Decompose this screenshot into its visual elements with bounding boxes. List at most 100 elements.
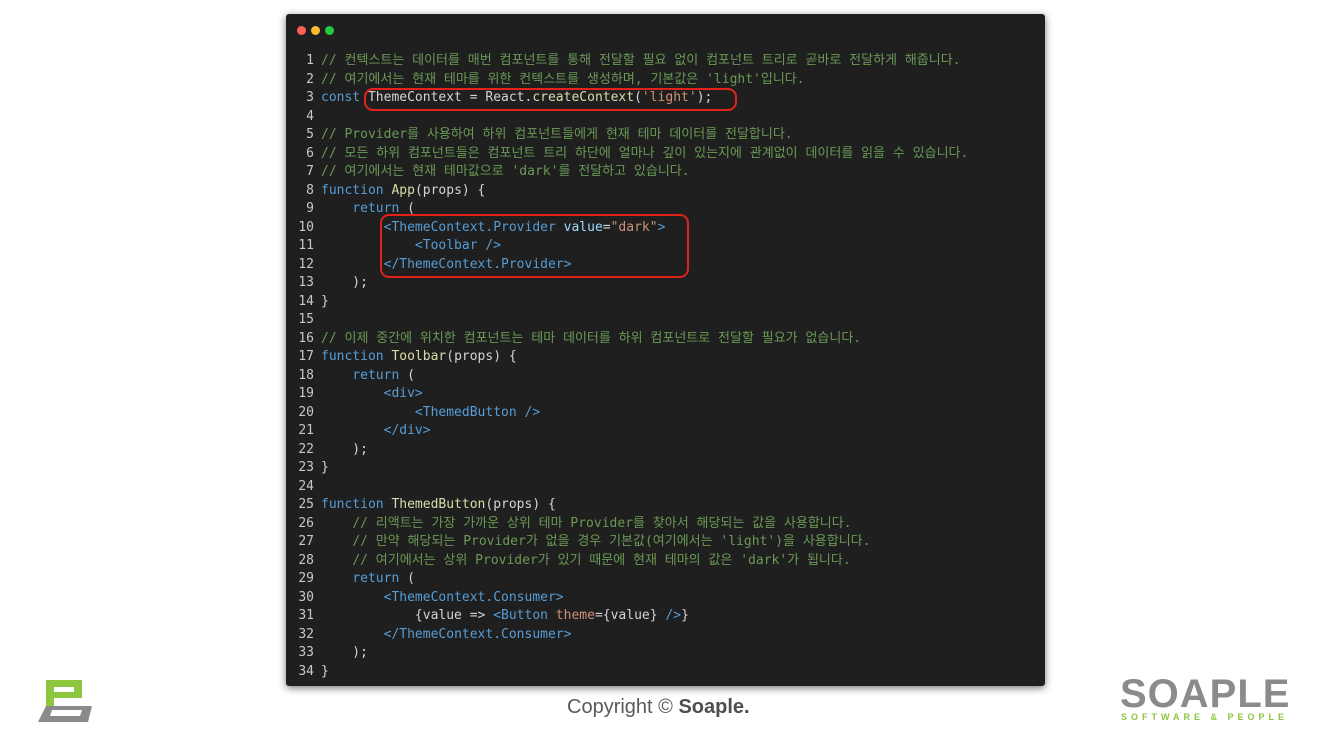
line-number: 34 (298, 663, 314, 679)
code-token: function (321, 182, 384, 198)
code-token: /> (665, 608, 682, 623)
line-number: 15 (298, 312, 314, 327)
code-token: return (352, 571, 400, 586)
code-token: <div> (383, 386, 423, 401)
code-token: App (391, 182, 415, 198)
line-number: 19 (298, 386, 314, 401)
line-number: 10 (298, 219, 314, 235)
code-token: ( (399, 367, 415, 383)
code-token: <Toolbar /> (414, 238, 502, 253)
code-line: 15 (286, 311, 321, 330)
minimize-window-button[interactable] (311, 26, 320, 35)
code-token: } (321, 293, 329, 309)
code-token: // 여기에서는 상위 Provider가 있기 때문에 현재 테마의 값은 '… (352, 552, 851, 568)
line-number: 29 (298, 571, 314, 586)
code-line: 20 <ThemedButton /> (286, 404, 540, 423)
line-number: 20 (298, 404, 314, 420)
line-number: 18 (298, 367, 314, 383)
code-token: 'light' (641, 90, 697, 105)
code-token: // 모든 하위 컴포넌트들은 컴포넌트 트리 하단에 얼마나 깊이 있는지에 … (321, 145, 969, 161)
code-token: ( (399, 571, 415, 586)
code-line: 28 // 여기에서는 상위 Provider가 있기 때문에 현재 테마의 값… (286, 552, 851, 571)
line-number: 2 (306, 71, 314, 87)
code-line: 8 function App(props) { (286, 182, 485, 201)
brand-name: SOAPLE (1120, 672, 1291, 716)
line-number: 7 (306, 164, 314, 179)
code-line: 10 <ThemeContext.Provider value="dark"> (286, 219, 665, 238)
soaple-logo-icon (34, 676, 96, 724)
code-line: 29 return ( (286, 570, 415, 589)
line-number: 5 (306, 127, 314, 142)
line-number: 33 (298, 645, 314, 660)
line-number: 21 (298, 423, 314, 438)
code-line: 3 const ThemeContext = React.createContex… (286, 89, 712, 108)
code-token: } (681, 608, 689, 623)
code-line: 32 </ThemeContext.Consumer> (286, 626, 571, 645)
code-line: 24 (286, 478, 321, 497)
code-token: // 만약 해당되는 Provider가 없을 경우 기본값(여기에서는 'li… (352, 534, 871, 549)
code-token: ThemeContext = React. (360, 90, 533, 105)
code-line: 31 {value => <Button theme={value} />} (286, 607, 689, 626)
copyright-text: Copyright © Soaple. (567, 696, 750, 719)
close-window-button[interactable] (297, 26, 306, 35)
code-token: <ThemeContext.Consumer> (383, 589, 564, 605)
code-token: > (657, 219, 666, 235)
code-token: {value => (321, 608, 494, 623)
code-token: createContext (532, 90, 635, 105)
code-token: </ThemeContext.Consumer> (383, 626, 572, 642)
code-token: // Provider를 사용하여 하위 컴포넌트들에게 현재 테마 데이터를 … (321, 127, 793, 142)
line-number: 16 (298, 330, 314, 346)
code-token: <ThemedButton /> (414, 404, 541, 420)
code-token: <Button (493, 608, 548, 623)
code-token: // 리액트는 가장 가까운 상위 테마 Provider를 찾아서 해당되는 … (352, 515, 852, 531)
line-number: 32 (298, 626, 314, 642)
code-line: 2 // 여기에서는 현재 테마를 위한 컨텍스트를 생성하며, 기본값은 'li… (286, 71, 804, 90)
line-number: 11 (298, 238, 314, 253)
code-line: 21 </div> (286, 422, 430, 441)
code-token: (props) { (414, 182, 486, 198)
code-token: Toolbar (391, 349, 447, 364)
code-line: 6 // 모든 하위 컴포넌트들은 컴포넌트 트리 하단에 얼마나 깊이 있는지에… (286, 145, 968, 164)
code-token: function (321, 497, 384, 512)
code-line: 12 </ThemeContext.Provider> (286, 256, 571, 275)
code-line: 16 // 이제 중간에 위치한 컴포넌트는 테마 데이터를 하위 컴포넌트로 전… (286, 330, 861, 349)
code-line: 23} (286, 459, 328, 478)
line-number: 31 (298, 608, 314, 623)
code-editor-window: 1 // 컨텍스트는 데이터를 매번 컴포넌트를 통해 전달할 필요 없이 컴포넌… (286, 14, 1045, 686)
line-number: 6 (306, 145, 314, 161)
code-token: </ThemeContext.Provider> (383, 256, 572, 272)
code-token: ); (696, 90, 713, 105)
code-token: ={value} (594, 608, 666, 623)
copyright-prefix: Copyright © (567, 696, 673, 718)
code-token: ); (321, 645, 368, 660)
code-token: ThemedButton (391, 497, 486, 512)
code-line: 1 // 컨텍스트는 데이터를 매번 컴포넌트를 통해 전달할 필요 없이 컴포넌… (286, 52, 960, 71)
soaple-brand-logo: SOAPLE SOFTWARE & PEOPLE (1120, 674, 1300, 724)
code-token: ( (399, 201, 415, 216)
line-number: 12 (298, 256, 314, 272)
line-number: 22 (298, 441, 314, 457)
code-line: 33 ); (286, 644, 368, 663)
code-line: 27 // 만약 해당되는 Provider가 없을 경우 기본값(여기에서는 … (286, 533, 870, 552)
code-token: (props) { (446, 349, 517, 364)
code-token: "dark" (610, 219, 658, 235)
code-token: const (321, 90, 361, 105)
code-token: return (352, 367, 400, 383)
code-line: 18 return ( (286, 367, 415, 386)
zoom-window-button[interactable] (325, 26, 334, 35)
code-line: 7 // 여기에서는 현재 테마값으로 'dark'를 전달하고 있습니다. (286, 163, 689, 182)
code-token: ); (321, 275, 368, 290)
code-token: value (555, 219, 603, 235)
line-number: 8 (306, 182, 314, 198)
line-number: 27 (298, 534, 314, 549)
